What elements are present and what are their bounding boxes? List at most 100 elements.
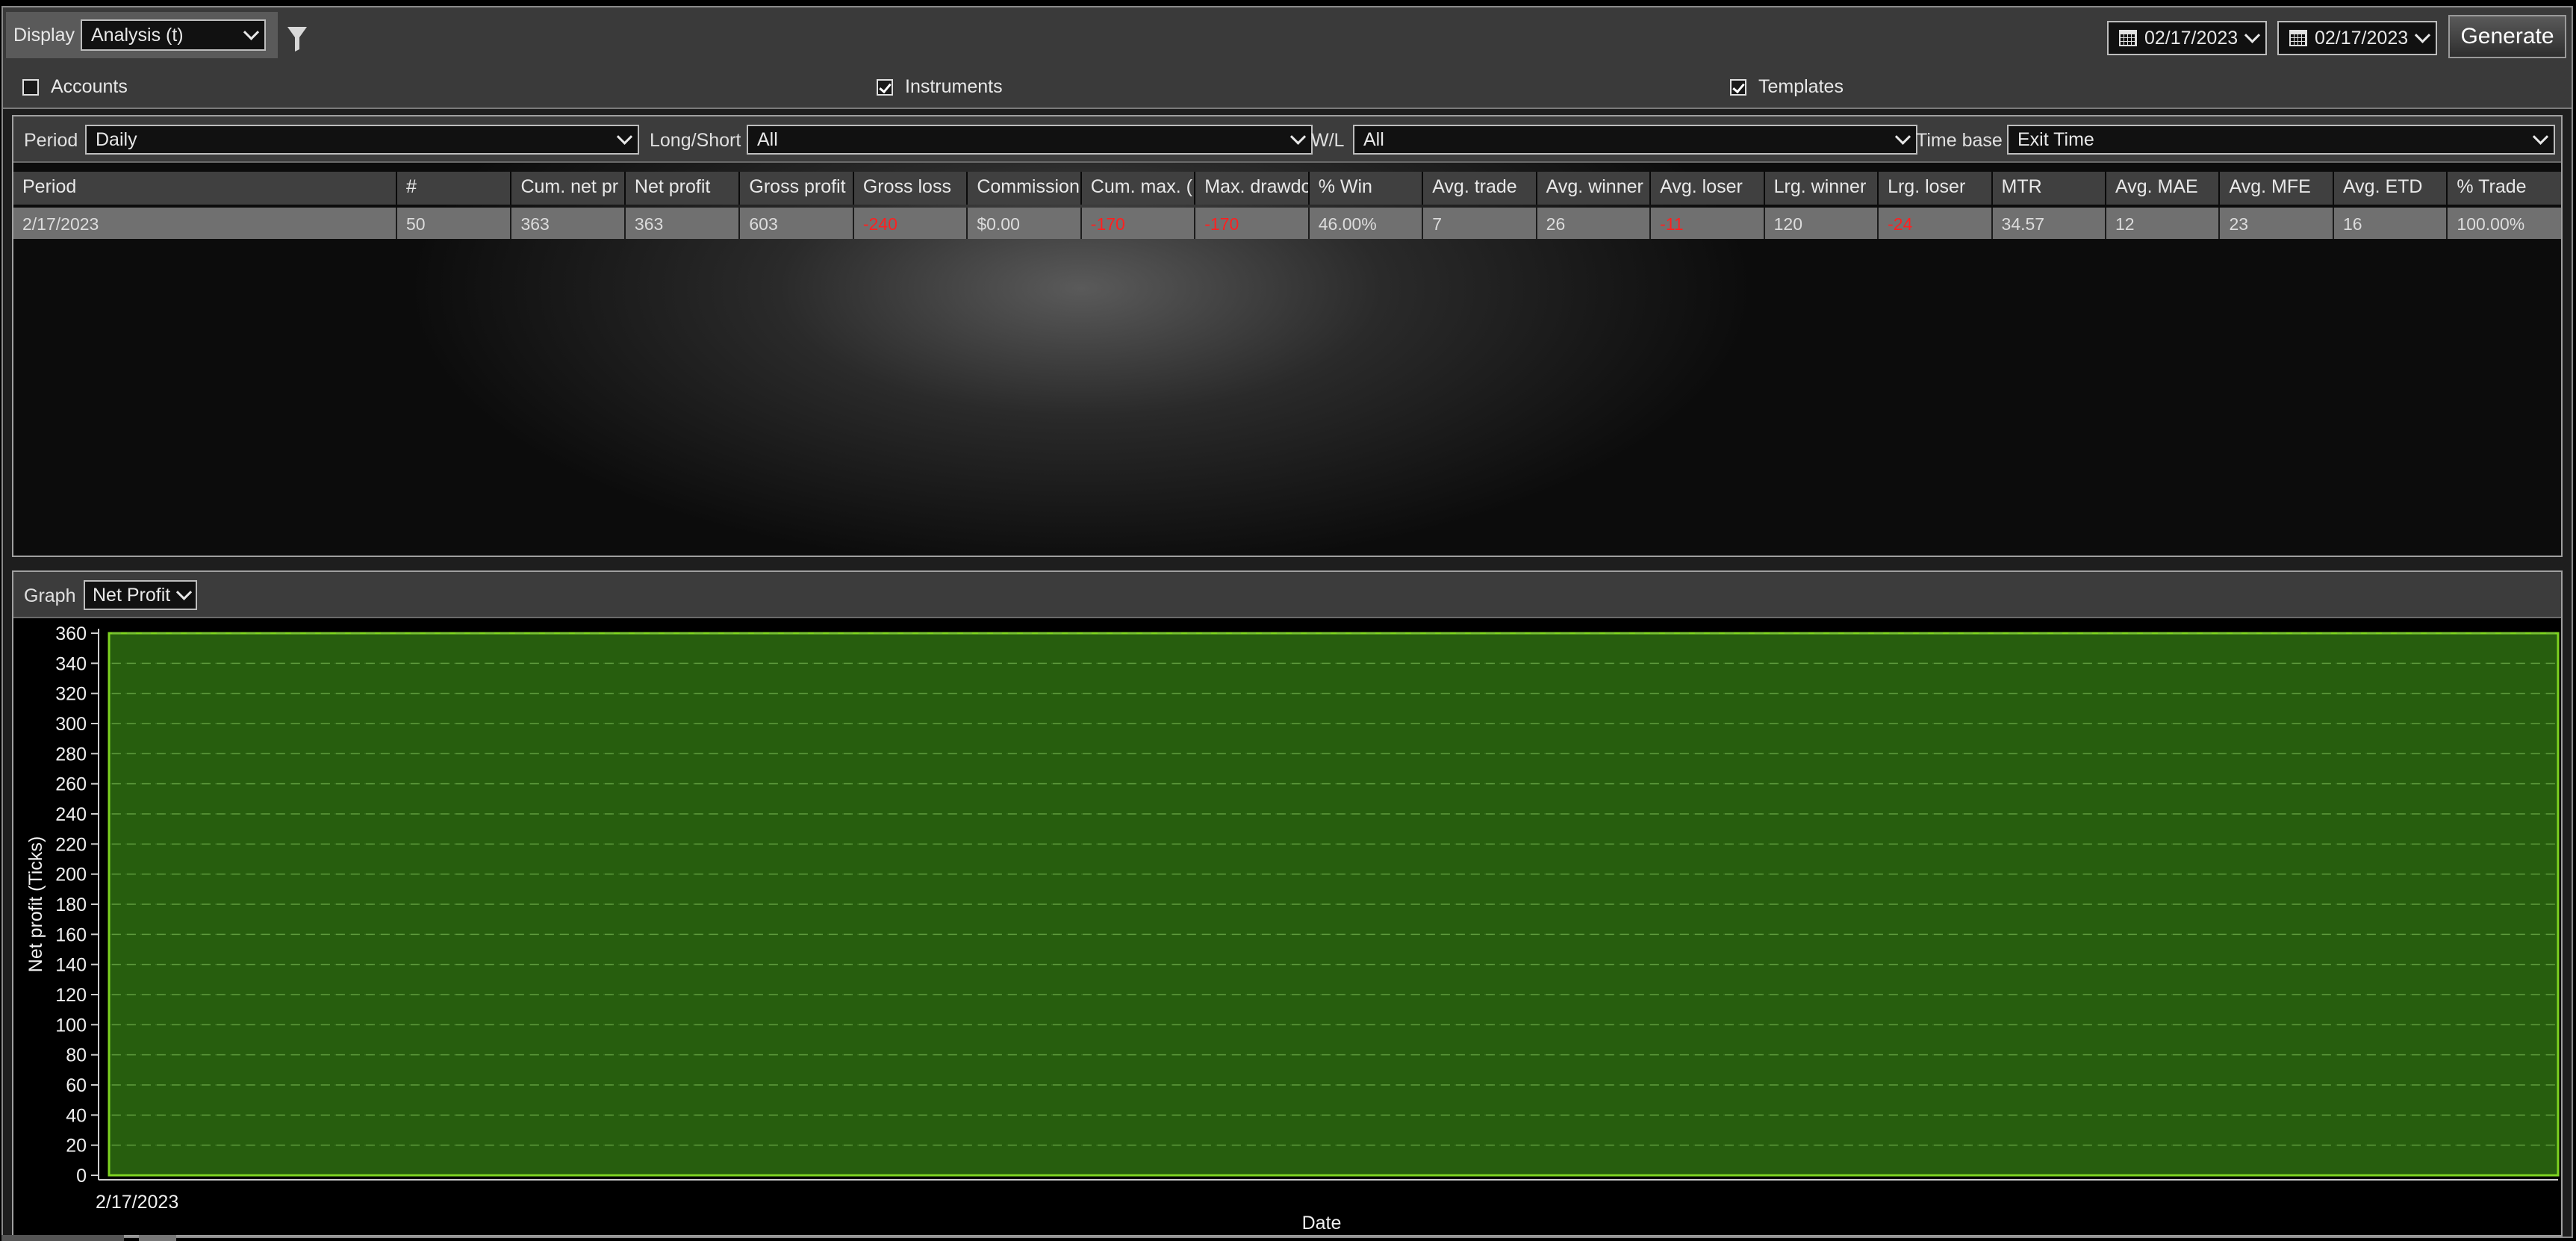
analysis-panel: Period Daily Long/Short All W/L All Time… [12,115,2563,557]
table-cell: -170 [1195,208,1310,239]
longshort-select[interactable]: All [747,125,1313,155]
y-tick-label: 260 [55,774,87,795]
period-select[interactable]: Daily [85,125,639,155]
generate-button[interactable]: Generate [2448,15,2566,58]
timebase-label: Time base [1916,130,2003,151]
table-cell: 363 [511,208,626,239]
column-header[interactable]: Commission [968,172,1082,205]
table-cell: -24 [1879,208,1993,239]
trade-performance-window: Display Analysis (t) 02/17/2023 02/17/20… [1,6,2573,1238]
y-tick-label: 360 [55,623,87,644]
table-cell: 12 [2106,208,2221,239]
y-axis-label: Net profit (Ticks) [25,836,46,972]
table-cell: 34.57 [1993,208,2107,239]
table-cell: 46.00% [1310,208,1424,239]
table-cell: 23 [2220,208,2334,239]
table-cell: 363 [626,208,741,239]
templates-checkbox[interactable] [1730,78,1746,96]
table-cell: $0.00 [968,208,1082,239]
period-select-value: Daily [96,128,137,150]
y-tick-label: 220 [55,834,87,855]
column-header[interactable]: Avg. loser [1651,172,1765,205]
calendar-icon [2119,30,2137,46]
longshort-select-value: All [757,128,778,150]
column-header[interactable]: MTR [1992,172,2107,205]
graph-toolbar: Graph Net Profit [13,572,2561,618]
wl-label: W/L [1311,130,1345,151]
top-toolbar: Display Analysis (t) 02/17/2023 02/17/20… [3,7,2572,109]
column-header[interactable]: % Win [1309,172,1424,205]
column-header[interactable]: Gross profit [740,172,854,205]
y-tick-label: 160 [55,924,87,945]
column-header[interactable]: # [396,172,512,205]
instruments-checkbox[interactable] [877,78,893,96]
display-select[interactable]: Analysis (t) [80,19,266,51]
timebase-select[interactable]: Exit Time [2007,125,2555,155]
y-tick-label: 240 [55,804,87,825]
chevron-down-icon [175,584,193,600]
y-tick-label: 180 [55,895,87,915]
column-header[interactable]: Net profit [625,172,741,205]
chevron-down-icon [616,128,633,145]
column-header[interactable]: Avg. MFE [2220,172,2334,205]
bottom-tab[interactable] [139,1235,176,1241]
net-profit-chart[interactable]: 0 20 40 60 80 100 120 140 160 180 200 220 240 260 280 3… [13,621,2561,1234]
y-tick-label: 200 [55,865,87,886]
graph-select[interactable]: Net Profit [84,580,197,610]
column-header[interactable]: Cum. max. ( [1081,172,1196,205]
date-from-picker[interactable]: 02/17/2023 [2107,21,2267,55]
chevron-down-icon [243,24,260,40]
chevron-down-icon [2532,128,2549,145]
y-tick-label: 340 [55,653,87,674]
table-cell: 2/17/2023 [13,208,397,239]
column-header[interactable]: Avg. ETD [2333,172,2448,205]
chevron-down-icon [2244,27,2261,43]
graph-label: Graph [24,585,76,606]
chevron-down-icon [1894,128,1911,145]
display-label: Display [13,24,75,46]
column-header[interactable]: Cum. net pr [511,172,626,205]
table-cell: 50 [397,208,512,239]
longshort-label: Long/Short [650,130,741,151]
date-to-value: 02/17/2023 [2315,27,2409,49]
instruments-checkbox-row[interactable]: Instruments [877,76,1003,98]
instruments-label: Instruments [905,76,1003,97]
column-header[interactable]: Lrg. winner [1764,172,1879,205]
accounts-checkbox-row[interactable]: Accounts [22,76,128,98]
y-tick-label: 140 [55,955,87,976]
wl-select[interactable]: All [1353,125,1917,155]
x-axis-label: Date [1302,1213,1342,1234]
templates-label: Templates [1758,76,1844,97]
column-header[interactable]: Period [13,172,397,205]
column-header[interactable]: Avg. winner [1537,172,1652,205]
accounts-label: Accounts [51,76,128,97]
column-header[interactable]: Lrg. loser [1879,172,1993,205]
templates-checkbox-row[interactable]: Templates [1730,76,1844,98]
date-from-value: 02/17/2023 [2144,27,2239,49]
y-tick-label: 120 [55,985,87,1006]
timebase-select-value: Exit Time [2017,128,2094,150]
column-header[interactable]: Gross loss [853,172,968,205]
wl-select-value: All [1363,128,1384,150]
bottom-tab[interactable] [1,1235,124,1241]
y-tick-label: 20 [66,1136,87,1157]
column-header[interactable]: % Trade [2448,172,2561,205]
period-label: Period [24,130,78,151]
date-to-picker[interactable]: 02/17/2023 [2277,21,2437,55]
table-cell: -240 [854,208,968,239]
column-header[interactable]: Avg. trade [1423,172,1537,205]
grid-header-row: Period # Cum. net pr Net profit Gross pr… [13,172,2561,205]
y-tick-label: 40 [66,1105,87,1126]
y-tick-label: 80 [66,1045,87,1066]
graph-panel: Graph Net Profit 0 20 40 60 80 100 120 140 160 18… [12,570,2563,1237]
y-tick-label: 280 [55,744,87,765]
table-cell: 120 [1765,208,1879,239]
y-tick-label: 100 [55,1015,87,1036]
table-cell: 603 [740,208,854,239]
table-cell: 16 [2334,208,2448,239]
table-row[interactable]: 2/17/2023 50 363 363 603 -240 $0.00 -170… [13,208,2561,239]
accounts-checkbox[interactable] [22,78,39,96]
column-header[interactable]: Max. drawdo [1195,172,1310,205]
column-header[interactable]: Avg. MAE [2106,172,2221,205]
filter-icon[interactable] [287,25,308,52]
